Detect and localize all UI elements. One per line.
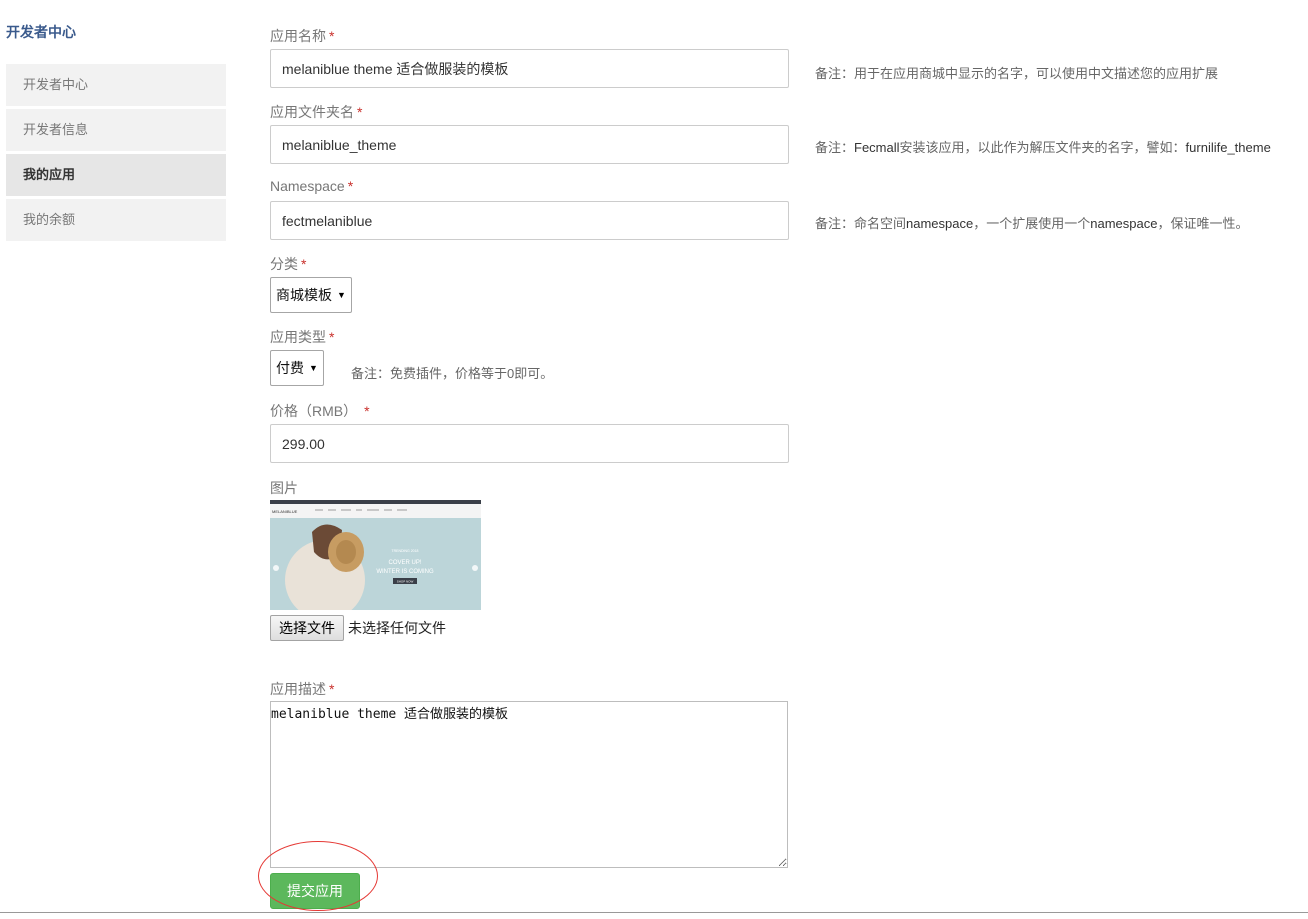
price-input[interactable] <box>270 424 789 463</box>
required-mark: * <box>347 178 354 194</box>
note-highlight: namespace <box>1090 216 1158 231</box>
app-type-label: 应用类型 * <box>270 327 334 347</box>
required-mark: * <box>301 256 307 272</box>
app-type-selected-value: 付费 <box>276 360 304 376</box>
category-label-text: 分类 <box>270 256 298 272</box>
image-label: 图片 <box>270 480 298 496</box>
app-type-note: 备注：免费插件，价格等于0即可。 <box>351 366 554 381</box>
app-name-note: 备注：用于在应用商城中显示的名字，可以使用中文描述您的应用扩展 <box>815 66 1219 81</box>
app-name-label: 应用名称 * <box>270 26 334 46</box>
namespace-input[interactable] <box>270 201 789 240</box>
namespace-label-text: Namespace <box>270 178 345 194</box>
folder-name-input[interactable] <box>270 125 789 164</box>
sidebar-item-my-balance[interactable]: 我的余额 <box>6 199 226 241</box>
required-mark: * <box>329 28 335 44</box>
note-text: 备注： <box>815 140 855 155</box>
price-label: 价格（RMB） * <box>270 401 370 421</box>
note-highlight: Fecmall <box>854 140 900 155</box>
note-text: 安装该应用，以此作为解压文件夹的名字，譬如： <box>899 140 1186 155</box>
preview-kicker: TRENDING 2018 <box>391 549 418 553</box>
app-type-label-text: 应用类型 <box>270 329 326 345</box>
required-mark: * <box>329 681 335 697</box>
app-type-select[interactable]: 付费 ▼ <box>270 350 324 386</box>
preview-logo: MELANIBLUE <box>272 509 298 514</box>
note-text: 备注：命名空间 <box>815 216 907 231</box>
choose-file-button[interactable]: 选择文件 <box>270 615 344 641</box>
file-chooser: 选择文件 未选择任何文件 <box>270 615 446 641</box>
note-highlight: namespace <box>906 216 974 231</box>
namespace-label: Namespace * <box>270 178 353 194</box>
category-label: 分类 * <box>270 254 306 274</box>
folder-name-label-text: 应用文件夹名 <box>270 104 354 120</box>
submit-app-button[interactable]: 提交应用 <box>270 873 360 909</box>
preview-heading-2: WINTER IS COMING <box>376 569 434 575</box>
preview-heading-1: COVER UP! <box>388 560 421 566</box>
sidebar-title: 开发者中心 <box>6 24 76 40</box>
folder-name-label: 应用文件夹名 * <box>270 102 362 122</box>
note-text: ，保证唯一性。 <box>1157 216 1249 231</box>
category-select[interactable]: 商城模板 ▼ <box>270 277 352 313</box>
sidebar-item-developer-info[interactable]: 开发者信息 <box>6 109 226 151</box>
category-selected-value: 商城模板 <box>276 287 332 303</box>
note-highlight: furnilife_theme <box>1185 140 1271 155</box>
image-preview: MELANIBLUE TRENDING 2018 COVER UP! WINTE… <box>270 500 481 610</box>
sidebar-item-my-apps[interactable]: 我的应用 <box>6 154 226 196</box>
note-text: ，一个扩展使用一个 <box>973 216 1091 231</box>
required-mark: * <box>357 104 363 120</box>
required-mark: * <box>329 329 335 345</box>
description-label-text: 应用描述 <box>270 681 326 697</box>
page-bottom-divider <box>0 912 1308 913</box>
app-name-input[interactable] <box>270 49 789 88</box>
folder-name-note: 备注：Fecmall安装该应用，以此作为解压文件夹的名字，譬如：furnilif… <box>815 137 1271 156</box>
description-textarea[interactable]: melaniblue theme 适合做服装的模板 <box>270 701 788 868</box>
dropdown-arrow-icon: ▼ <box>337 290 346 300</box>
required-mark: * <box>364 403 370 419</box>
sidebar-item-developer-center[interactable]: 开发者中心 <box>6 64 226 106</box>
description-label: 应用描述 * <box>270 679 334 699</box>
app-name-label-text: 应用名称 <box>270 28 326 44</box>
sidebar-menu: 开发者中心 开发者信息 我的应用 我的余额 <box>6 64 226 244</box>
preview-cta: SHOP NOW <box>397 580 414 584</box>
dropdown-arrow-icon: ▼ <box>309 363 318 373</box>
price-label-text: 价格（RMB） <box>270 403 358 419</box>
namespace-note: 备注：命名空间namespace，一个扩展使用一个namespace，保证唯一性… <box>815 213 1248 232</box>
file-status-text: 未选择任何文件 <box>348 620 446 636</box>
